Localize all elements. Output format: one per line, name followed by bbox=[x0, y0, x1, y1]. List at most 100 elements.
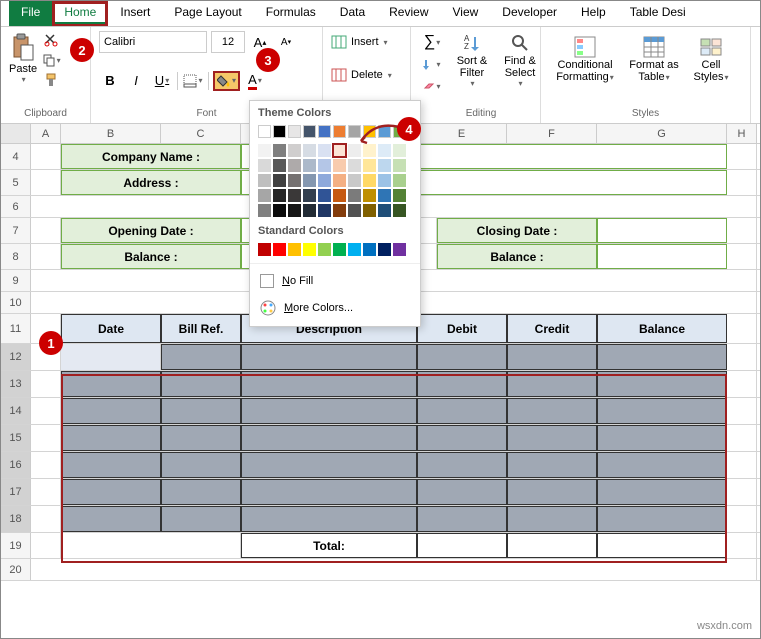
table-row[interactable] bbox=[597, 506, 727, 532]
row-11[interactable]: 11 bbox=[1, 314, 31, 343]
cells-insert-button[interactable]: Insert▾ bbox=[331, 31, 402, 53]
tab-view[interactable]: View bbox=[441, 1, 491, 26]
tab-data[interactable]: Data bbox=[328, 1, 377, 26]
color-swatch[interactable] bbox=[318, 159, 331, 172]
color-swatch[interactable] bbox=[318, 144, 331, 157]
table-row[interactable] bbox=[241, 506, 417, 532]
find-select-button[interactable]: Find &Select▾ bbox=[497, 31, 543, 97]
color-swatch[interactable] bbox=[318, 125, 331, 138]
color-swatch[interactable] bbox=[333, 243, 346, 256]
table-row[interactable] bbox=[597, 344, 727, 370]
table-row[interactable] bbox=[597, 479, 727, 505]
tab-help[interactable]: Help bbox=[569, 1, 618, 26]
col-F[interactable]: F bbox=[507, 124, 597, 143]
color-swatch[interactable] bbox=[288, 125, 301, 138]
row-15[interactable]: 15 bbox=[1, 425, 31, 451]
color-swatch[interactable] bbox=[348, 174, 361, 187]
more-colors-button[interactable]: More Colors... bbox=[250, 294, 420, 322]
row-4[interactable]: 4 bbox=[1, 144, 31, 169]
color-swatch[interactable] bbox=[393, 174, 406, 187]
col-C[interactable]: C bbox=[161, 124, 241, 143]
row-13[interactable]: 13 bbox=[1, 371, 31, 397]
cells-delete-button[interactable]: Delete▾ bbox=[331, 64, 402, 86]
table-row[interactable] bbox=[241, 479, 417, 505]
tab-insert[interactable]: Insert bbox=[108, 1, 162, 26]
table-row[interactable] bbox=[417, 425, 507, 451]
table-row[interactable] bbox=[417, 452, 507, 478]
color-swatch[interactable] bbox=[363, 159, 376, 172]
table-row[interactable] bbox=[507, 344, 597, 370]
color-swatch[interactable] bbox=[303, 189, 316, 202]
row-10[interactable]: 10 bbox=[1, 292, 31, 313]
table-row[interactable] bbox=[597, 425, 727, 451]
color-swatch[interactable] bbox=[258, 189, 271, 202]
color-swatch[interactable] bbox=[288, 144, 301, 157]
header-balance[interactable]: Balance bbox=[597, 314, 727, 343]
table-row[interactable] bbox=[507, 371, 597, 397]
row-14[interactable]: 14 bbox=[1, 398, 31, 424]
table-row[interactable] bbox=[61, 344, 161, 370]
color-swatch[interactable] bbox=[288, 243, 301, 256]
sum-button[interactable]: ∑▾ bbox=[419, 31, 445, 53]
tab-formulas[interactable]: Formulas bbox=[254, 1, 328, 26]
row-7[interactable]: 7 bbox=[1, 218, 31, 243]
color-swatch[interactable] bbox=[258, 159, 271, 172]
color-swatch[interactable] bbox=[393, 159, 406, 172]
color-swatch[interactable] bbox=[393, 243, 406, 256]
color-swatch[interactable] bbox=[303, 159, 316, 172]
header-debit[interactable]: Debit bbox=[417, 314, 507, 343]
total-credit[interactable] bbox=[507, 533, 597, 558]
color-swatch[interactable] bbox=[348, 189, 361, 202]
total-debit[interactable] bbox=[417, 533, 507, 558]
color-swatch[interactable] bbox=[303, 204, 316, 217]
color-swatch[interactable] bbox=[348, 243, 361, 256]
row-8[interactable]: 8 bbox=[1, 244, 31, 269]
color-swatch[interactable] bbox=[303, 174, 316, 187]
conditional-formatting-button[interactable]: ConditionalFormatting▾ bbox=[549, 31, 621, 83]
tab-page-layout[interactable]: Page Layout bbox=[162, 1, 253, 26]
color-swatch[interactable] bbox=[288, 189, 301, 202]
row-6[interactable]: 6 bbox=[1, 196, 31, 217]
color-swatch[interactable] bbox=[378, 189, 391, 202]
color-swatch[interactable] bbox=[318, 243, 331, 256]
no-fill-button[interactable]: No Fill bbox=[250, 268, 420, 294]
color-swatch[interactable] bbox=[273, 189, 286, 202]
color-swatch[interactable] bbox=[333, 189, 346, 202]
table-row[interactable] bbox=[241, 344, 417, 370]
sort-filter-button[interactable]: AZ Sort &Filter▾ bbox=[449, 31, 495, 97]
color-swatch[interactable] bbox=[288, 204, 301, 217]
table-row[interactable] bbox=[597, 452, 727, 478]
table-row[interactable] bbox=[61, 506, 161, 532]
closing-date-value[interactable] bbox=[597, 218, 727, 243]
row-9[interactable]: 9 bbox=[1, 270, 31, 291]
color-swatch[interactable] bbox=[333, 125, 346, 138]
total-label[interactable]: Total: bbox=[241, 533, 417, 558]
color-swatch[interactable] bbox=[303, 144, 316, 157]
color-swatch[interactable] bbox=[258, 125, 271, 138]
color-swatch[interactable] bbox=[288, 174, 301, 187]
total-balance[interactable] bbox=[597, 533, 727, 558]
color-swatch[interactable] bbox=[258, 174, 271, 187]
color-swatch[interactable] bbox=[363, 174, 376, 187]
table-row[interactable] bbox=[161, 479, 241, 505]
table-row[interactable] bbox=[241, 425, 417, 451]
format-painter-button[interactable] bbox=[41, 71, 61, 89]
table-row[interactable] bbox=[61, 398, 161, 424]
row-19[interactable]: 19 bbox=[1, 533, 31, 558]
color-swatch[interactable] bbox=[348, 159, 361, 172]
opening-date-label[interactable]: Opening Date : bbox=[61, 218, 241, 243]
row-18[interactable]: 18 bbox=[1, 506, 31, 532]
color-swatch[interactable] bbox=[258, 144, 271, 157]
color-swatch[interactable] bbox=[258, 204, 271, 217]
color-swatch[interactable] bbox=[288, 159, 301, 172]
color-swatch[interactable] bbox=[273, 204, 286, 217]
table-row[interactable] bbox=[417, 398, 507, 424]
table-row[interactable] bbox=[597, 398, 727, 424]
cell-styles-button[interactable]: CellStyles▾ bbox=[687, 31, 735, 83]
col-A[interactable]: A bbox=[31, 124, 61, 143]
table-row[interactable] bbox=[161, 371, 241, 397]
fill-color-button[interactable]: ▾ bbox=[213, 71, 240, 91]
table-row[interactable] bbox=[507, 425, 597, 451]
table-row[interactable] bbox=[61, 452, 161, 478]
table-row[interactable] bbox=[597, 371, 727, 397]
